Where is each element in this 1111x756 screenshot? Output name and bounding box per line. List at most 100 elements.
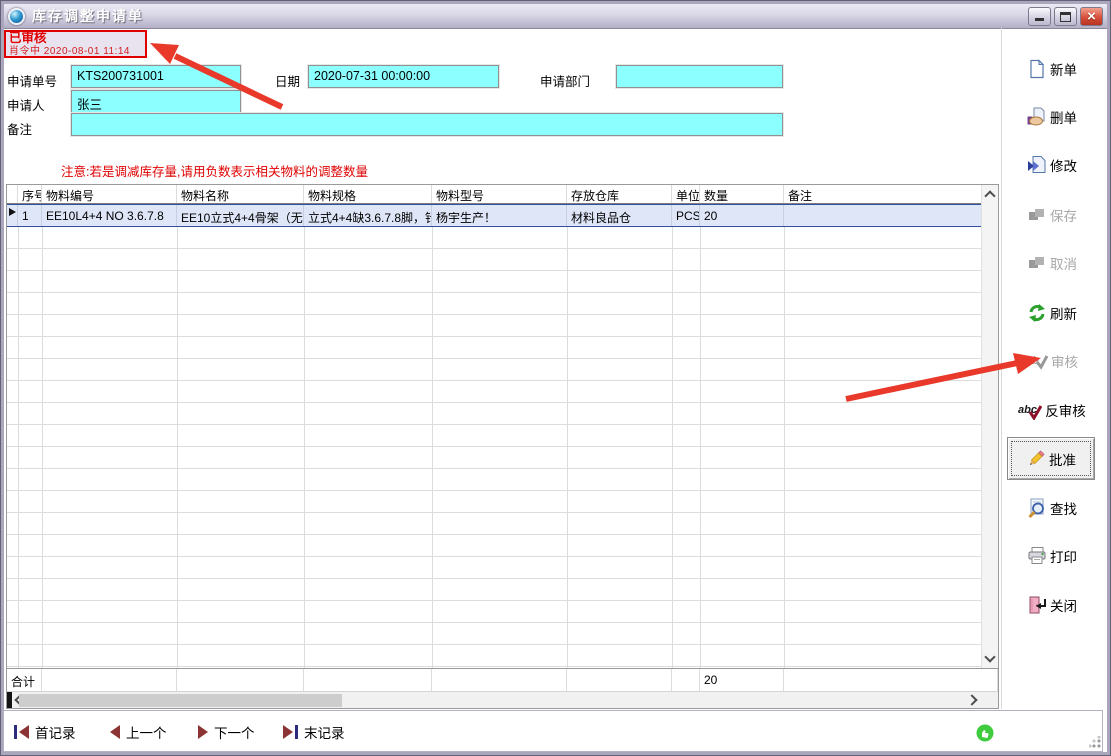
find-icon (1027, 498, 1047, 518)
minimize-icon (1035, 18, 1044, 21)
next-record-button[interactable]: 下一个 (198, 722, 255, 742)
total-qty: 20 (700, 669, 784, 691)
maximize-button[interactable] (1054, 7, 1077, 26)
table-row[interactable]: 1 EE10L4+4 NO 3.6.7.8 EE10立式4+4骨架（无 立式4+… (7, 204, 998, 227)
titlebar: 库存调整申请单 × (4, 4, 1107, 29)
last-record-icon (283, 725, 298, 739)
grid-vline (567, 227, 568, 668)
audit-icon: ab (1026, 351, 1048, 371)
grid-header: 序号 物料编号 物料名称 物料规格 物料型号 存放仓库 单位 数量 备注 (7, 185, 998, 204)
cell-unit: PCS (672, 205, 700, 226)
previous-record-button[interactable]: 上一个 (110, 722, 167, 742)
modify-bill-button[interactable]: 修改 (1005, 154, 1099, 176)
window-title: 库存调整申请单 (32, 6, 144, 26)
delete-doc-icon (1027, 107, 1047, 127)
bill-no-label: 申请单号 (7, 71, 57, 90)
grid-vline (700, 227, 701, 668)
scroll-right-icon[interactable] (966, 694, 977, 705)
col-unit: 单位 (672, 185, 700, 203)
app-globe-icon (8, 8, 25, 25)
audit-button: ab 审核 (1005, 350, 1099, 372)
save-icon (1027, 205, 1047, 225)
dept-label: 申请部门 (540, 71, 590, 90)
cell-qty: 20 (700, 205, 784, 226)
remark-label: 备注 (7, 119, 32, 138)
last-record-button[interactable]: 末记录 (283, 722, 345, 742)
grid-vline (42, 227, 43, 668)
vertical-scrollbar[interactable] (981, 185, 998, 668)
refresh-icon (1027, 303, 1047, 323)
new-doc-icon (1027, 59, 1047, 79)
first-record-button[interactable]: 首记录 (14, 722, 76, 742)
save-button: 保存 (1005, 204, 1099, 226)
col-seq: 序号 (18, 185, 42, 203)
find-button[interactable]: 查找 (1005, 497, 1099, 519)
unaudit-button[interactable]: abc 反审核 (1005, 399, 1099, 421)
grid-empty-area (7, 227, 998, 668)
horizontal-scrollbar[interactable] (7, 691, 998, 708)
cancel-icon (1027, 253, 1047, 273)
print-button[interactable]: 打印 (1005, 545, 1099, 567)
hscroll-thumb[interactable] (19, 694, 342, 707)
adjustment-note: 注意:若是调减库存量,请用负数表示相关物料的调整数量 (61, 161, 368, 180)
audit-status-bytime: 肖令中 2020-08-01 11:14 (9, 46, 142, 57)
close-form-button[interactable]: 关闭 (1005, 594, 1099, 616)
col-remark: 备注 (784, 185, 998, 203)
close-form-icon (1027, 595, 1047, 615)
svg-text:abc: abc (1018, 404, 1037, 416)
row-marker-icon (7, 205, 18, 226)
grid-vline (672, 227, 673, 668)
refresh-button[interactable]: 刷新 (1005, 302, 1099, 324)
approve-pencil-icon (1026, 449, 1046, 469)
col-code: 物料编号 (42, 185, 177, 203)
first-record-icon (14, 725, 29, 739)
remark-field[interactable] (71, 113, 783, 136)
delete-bill-button[interactable]: 删单 (1005, 106, 1099, 128)
date-field[interactable]: 2020-07-31 00:00:00 (308, 65, 499, 88)
col-model: 物料型号 (432, 185, 567, 203)
previous-record-icon (110, 725, 120, 739)
bill-no-field[interactable]: KTS200731001 (71, 65, 241, 88)
grid-vline (304, 227, 305, 668)
resize-grip[interactable] (1089, 736, 1101, 748)
col-warehouse: 存放仓库 (567, 185, 672, 203)
close-button[interactable]: × (1080, 7, 1103, 26)
scroll-up-icon[interactable] (984, 190, 995, 201)
dept-field[interactable] (616, 65, 783, 88)
cell-model: 杨宇生产！ (432, 205, 567, 226)
close-icon: × (1081, 8, 1102, 26)
cell-warehouse: 材料良品仓 (567, 205, 672, 226)
sidebar-divider (1001, 28, 1002, 709)
applicant-field[interactable]: 张三 (71, 90, 241, 113)
print-icon (1027, 546, 1047, 566)
record-navbar: 首记录 上一个 下一个 末记录 (3, 710, 1103, 752)
grid-vline (432, 227, 433, 668)
applicant-label: 申请人 (7, 95, 45, 114)
items-grid: 序号 物料编号 物料名称 物料规格 物料型号 存放仓库 单位 数量 备注 1 E… (6, 184, 999, 709)
unaudit-icon: abc (1018, 400, 1042, 420)
scroll-down-icon[interactable] (984, 651, 995, 662)
audit-status-text: 已审核 (9, 32, 142, 46)
status-indicator-icon (976, 724, 994, 747)
col-spec: 物料规格 (304, 185, 432, 203)
cell-code: EE10L4+4 NO 3.6.7.8 (42, 205, 177, 226)
new-bill-button[interactable]: 新单 (1005, 58, 1099, 80)
col-name: 物料名称 (177, 185, 304, 203)
col-qty: 数量 (700, 185, 784, 203)
cell-spec: 立式4+4缺3.6.7.8脚，针 (304, 205, 432, 226)
next-record-icon (198, 725, 208, 739)
app-window: 库存调整申请单 × 已审核 肖令中 2020-08-01 11:14 申请单号 … (0, 0, 1111, 756)
svg-text:ab: ab (1026, 355, 1039, 367)
cell-name: EE10立式4+4骨架（无 (177, 205, 304, 226)
approve-button[interactable]: 批准 (1007, 437, 1095, 480)
date-label: 日期 (275, 71, 300, 90)
cell-seq: 1 (18, 205, 42, 226)
cancel-button: 取消 (1005, 252, 1099, 274)
cell-remark (784, 205, 998, 226)
minimize-button[interactable] (1028, 7, 1051, 26)
modify-doc-icon (1027, 155, 1047, 175)
col-marker (7, 185, 18, 203)
total-label: 合计 (7, 669, 42, 691)
hscroll-left-block (7, 692, 12, 708)
grid-vline (177, 227, 178, 668)
